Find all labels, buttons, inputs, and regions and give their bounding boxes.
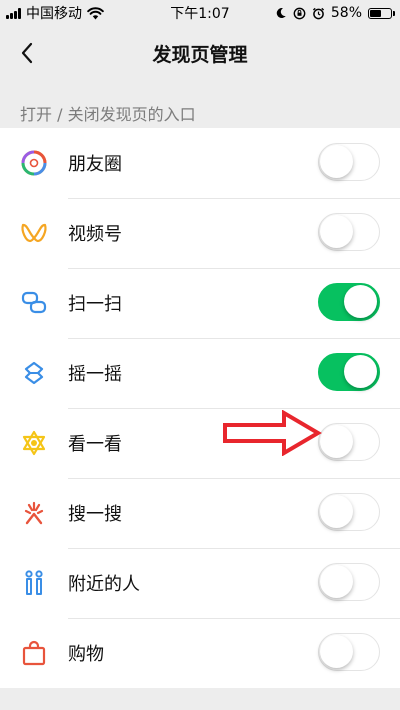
list-item-people-nearby: 附近的人 <box>0 548 400 618</box>
top-stories-toggle[interactable] <box>318 423 380 461</box>
list-item-top-stories: 看一看 <box>0 408 400 478</box>
orientation-lock-icon <box>293 7 306 19</box>
toggle-knob <box>320 215 353 248</box>
back-button[interactable] <box>12 38 42 68</box>
discover-entries-list: 朋友圈 视频号 扫一扫 摇一摇 看一看 搜一搜 附近的人 购物 <box>0 128 400 688</box>
signal-icon <box>6 7 21 19</box>
toggle-knob <box>320 565 353 598</box>
list-item-label: 扫一扫 <box>68 294 122 315</box>
top-stories-icon <box>22 430 46 456</box>
shopping-toggle[interactable] <box>318 633 380 671</box>
status-bar: 中国移动 下午1:07 58% <box>0 0 400 26</box>
people-nearby-icon <box>25 570 43 595</box>
list-item-label: 购物 <box>68 644 104 665</box>
status-right: 58% <box>275 5 400 21</box>
toggle-knob <box>320 495 353 528</box>
search-toggle[interactable] <box>318 493 380 531</box>
carrier-label: 中国移动 <box>26 6 82 22</box>
toggle-knob <box>344 355 377 388</box>
chevron-left-icon <box>21 42 33 64</box>
scan-toggle[interactable] <box>318 283 380 321</box>
moments-icon <box>21 150 47 176</box>
toggle-knob <box>320 635 353 668</box>
list-item-search: 搜一搜 <box>0 478 400 548</box>
wifi-icon <box>87 6 104 19</box>
people-nearby-toggle[interactable] <box>318 563 380 601</box>
annotation-arrow-icon <box>223 410 322 456</box>
toggle-knob <box>320 145 353 178</box>
list-item-label: 搜一搜 <box>68 504 122 525</box>
page-title: 发现页管理 <box>152 43 248 66</box>
channels-toggle[interactable] <box>318 213 380 251</box>
list-item-channels: 视频号 <box>0 198 400 268</box>
list-item-shake: 摇一摇 <box>0 338 400 408</box>
search-icon <box>24 501 44 525</box>
section-header: 打开 / 关闭发现页的入口 <box>20 105 196 124</box>
channels-icon <box>21 223 47 243</box>
toggle-knob <box>320 425 353 458</box>
list-item-label: 附近的人 <box>68 574 140 595</box>
list-item-label: 摇一摇 <box>68 364 122 385</box>
list-item-label: 视频号 <box>68 224 122 245</box>
status-left: 中国移动 <box>0 3 104 23</box>
list-item-shopping: 购物 <box>0 618 400 688</box>
moments-toggle[interactable] <box>318 143 380 181</box>
scan-icon <box>21 291 47 314</box>
shopping-icon <box>22 640 46 666</box>
list-item-label: 朋友圈 <box>68 154 122 175</box>
toggle-knob <box>344 285 377 318</box>
moon-icon <box>276 8 286 19</box>
list-item-scan: 扫一扫 <box>0 268 400 338</box>
battery-icon <box>368 7 395 19</box>
shake-icon <box>24 361 44 385</box>
shake-toggle[interactable] <box>318 353 380 391</box>
list-item-moments: 朋友圈 <box>0 128 400 198</box>
battery-percent: 58% <box>330 5 362 21</box>
list-item-label: 看一看 <box>68 434 122 455</box>
alarm-icon <box>312 7 324 19</box>
nav-bar: 发现页管理 <box>0 26 400 80</box>
